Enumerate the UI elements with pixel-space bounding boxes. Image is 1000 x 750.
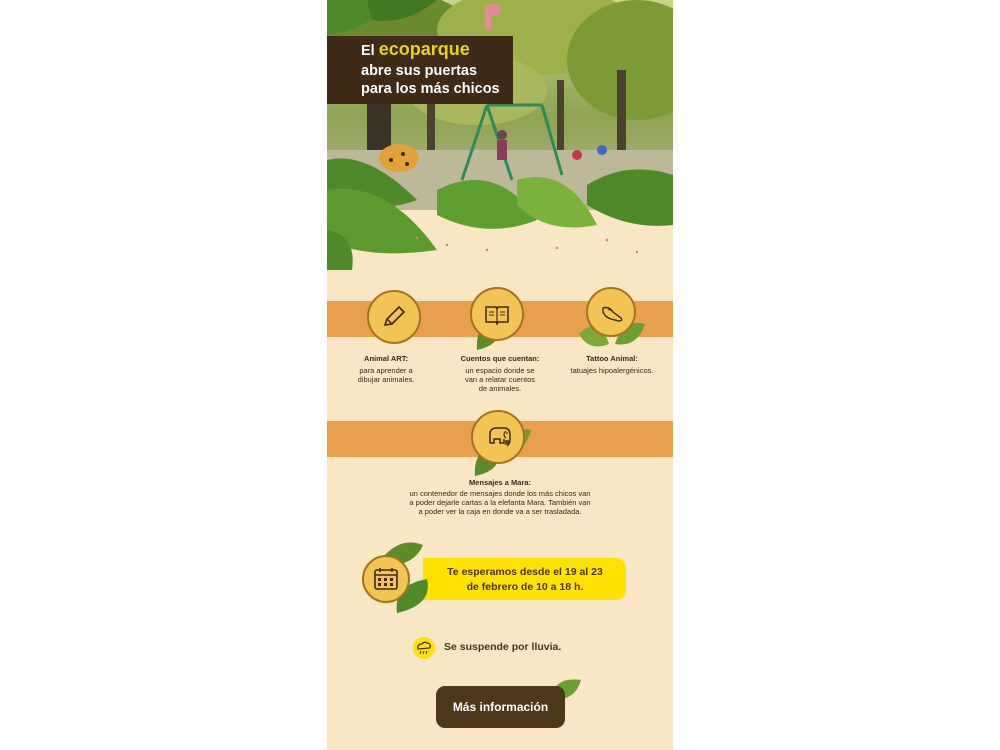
hero-image: El ecoparque abre sus puertas para los m…	[327, 0, 673, 270]
hand-tattoo-icon	[602, 306, 623, 322]
activity-icon-circle	[586, 287, 636, 337]
headline-line3: para los más chicos	[361, 81, 500, 97]
activity-description: tatuajes hipoalergénicos.	[570, 366, 654, 375]
activity-description: un contenedor de mensajes donde los más …	[409, 489, 591, 516]
rain-notice: Se suspende por lluvia.	[444, 641, 562, 653]
book-icon	[485, 306, 509, 326]
activity-description: para aprender a dibujar animales.	[357, 366, 415, 384]
headline-box: El ecoparque abre sus puertas para los m…	[327, 36, 513, 104]
activity-title: Animal ART:	[364, 354, 408, 363]
activity-icon-circle	[367, 290, 421, 344]
headline-line2: abre sus puertas	[361, 63, 478, 79]
calendar-icon	[374, 568, 398, 590]
headline-prefix: El	[361, 43, 379, 59]
newsletter-panel: El ecoparque abre sus puertas para los m…	[327, 0, 673, 750]
pencil-icon	[383, 305, 406, 326]
calendar-circle	[362, 555, 410, 603]
headline-line1: El ecoparque	[361, 39, 470, 60]
rain-icon-circle	[413, 637, 435, 659]
rain-cloud-icon	[417, 641, 431, 655]
activity-title: Cuentos que cuentan:	[460, 354, 540, 363]
activity-icon-circle	[470, 287, 524, 341]
brand-name: ecoparque	[378, 39, 470, 59]
activity-title: Tattoo Animal:	[586, 354, 638, 363]
elephant-icon	[489, 427, 511, 447]
activity-icon-circle	[471, 410, 525, 464]
more-info-button[interactable]: Más información	[436, 686, 565, 728]
activity-title: Mensajes a Mara:	[468, 478, 532, 487]
activity-description: un espacio donde se van a relatar cuentos…	[464, 366, 536, 393]
dates-text: Te esperamos desde el 19 al 23 de febrero…	[447, 566, 603, 593]
